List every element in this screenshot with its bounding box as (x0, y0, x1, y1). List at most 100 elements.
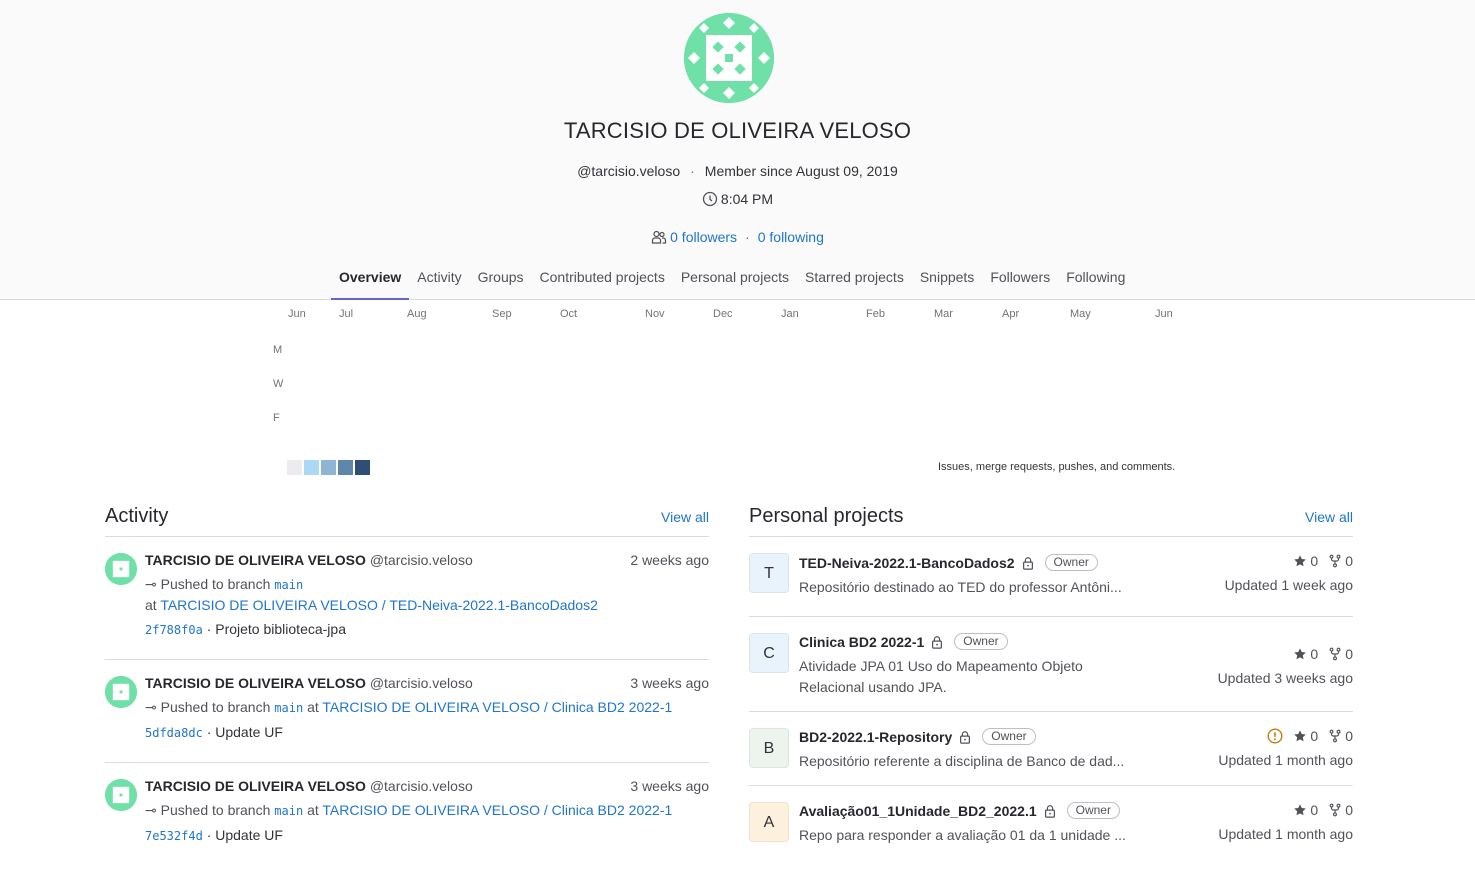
activity-view-all-link[interactable]: View all (661, 509, 709, 525)
tab-groups[interactable]: Groups (470, 260, 532, 300)
branch-link[interactable]: main (274, 804, 303, 818)
commit-sha-link[interactable]: 5dfda8dc (145, 726, 203, 740)
month-label: Aug (407, 308, 427, 320)
project-link[interactable]: TARCISIO DE OLIVEIRA VELOSO / Clinica BD… (322, 802, 672, 818)
day-label: F (273, 412, 280, 424)
avatar[interactable] (105, 779, 137, 811)
commit-line: 5dfda8dc · Update UF (145, 724, 709, 740)
following-link[interactable]: 0 following (758, 229, 824, 245)
project-meta: 0 0 Updated 1 month ago (1218, 728, 1353, 768)
month-label: Jun (1155, 308, 1173, 320)
activity-body: TARCISIO DE OLIVEIRA VELOSO @tarcisio.ve… (145, 675, 709, 740)
fork-count[interactable]: 0 (1328, 802, 1353, 818)
tab-activity[interactable]: Activity (409, 260, 469, 300)
month-label: Dec (713, 308, 733, 320)
owner-badge: Owner (982, 728, 1036, 745)
project-body: Clinica BD2 2022-1 Owner Atividade JPA 0… (799, 633, 1129, 698)
activity-author[interactable]: TARCISIO DE OLIVEIRA VELOSO (145, 675, 366, 691)
fork-count[interactable]: 0 (1328, 553, 1353, 569)
commit-sha-link[interactable]: 2f788f0a (145, 623, 203, 637)
star-icon (1294, 730, 1307, 742)
fork-icon (1329, 729, 1341, 743)
project-link[interactable]: TARCISIO DE OLIVEIRA VELOSO / Clinica BD… (322, 699, 672, 715)
activity-username: @tarcisio.veloso (369, 778, 473, 794)
projects-view-all-link[interactable]: View all (1305, 509, 1353, 525)
project-row[interactable]: T TED-Neiva-2022.1-BancoDados2 Owner Rep… (749, 537, 1353, 617)
activity-action-text: Pushed to branch (160, 576, 271, 592)
profile-meta: @tarcisio.veloso · Member since August 09,… (577, 163, 898, 179)
project-body: BD2-2022.1-Repository Owner Repositório … (799, 728, 1129, 772)
branch-link[interactable]: main (274, 578, 303, 592)
tab-following[interactable]: Following (1058, 260, 1133, 300)
activity-action-text: Pushed to branch (160, 802, 271, 818)
contribution-calendar: Jun Jul Aug Sep Oct Nov Dec Jan Feb Mar … (0, 300, 1475, 480)
member-since: Member since August 09, 2019 (704, 163, 898, 179)
star-count[interactable]: 0 (1293, 553, 1318, 569)
activity-author[interactable]: TARCISIO DE OLIVEIRA VELOSO (145, 552, 366, 568)
fork-count[interactable]: 0 (1328, 646, 1353, 662)
fork-icon (1329, 554, 1341, 568)
project-avatar[interactable]: B (749, 728, 789, 768)
tab-overview[interactable]: Overview (331, 260, 410, 300)
avatar[interactable] (105, 676, 137, 708)
branch-link[interactable]: main (274, 701, 303, 715)
project-name-link[interactable]: Avaliação01_1Unidade_BD2_2022.1 (799, 803, 1037, 819)
project-body: TED-Neiva-2022.1-BancoDados2 Owner Repos… (799, 554, 1129, 598)
activity-time: 3 weeks ago (630, 778, 709, 794)
month-label: Feb (866, 308, 885, 320)
commit-message: · Update UF (206, 827, 283, 843)
month-label: Sep (492, 308, 512, 320)
fork-count[interactable]: 0 (1328, 728, 1353, 744)
day-label: M (273, 344, 283, 356)
project-title-row: TED-Neiva-2022.1-BancoDados2 Owner (799, 554, 1129, 571)
project-avatar[interactable]: C (749, 633, 789, 673)
star-icon (1294, 648, 1307, 660)
project-stats: 0 0 (1218, 802, 1353, 818)
month-label: Apr (1002, 308, 1020, 320)
profile-tabs: Overview Activity Groups Contributed pro… (331, 260, 1133, 300)
project-row[interactable]: B BD2-2022.1-Repository Owner Repositóri… (749, 712, 1353, 786)
owner-badge: Owner (1044, 554, 1098, 571)
project-avatar[interactable]: T (749, 553, 789, 593)
project-link[interactable]: TARCISIO DE OLIVEIRA VELOSO / TED-Neiva-… (160, 597, 598, 613)
commit-message: · Update UF (206, 724, 283, 740)
star-count[interactable]: 0 (1293, 802, 1318, 818)
profile-username: @tarcisio.veloso (577, 163, 681, 179)
fork-icon (1329, 803, 1341, 817)
project-avatar[interactable]: A (749, 802, 789, 842)
activity-author[interactable]: TARCISIO DE OLIVEIRA VELOSO (145, 778, 366, 794)
warning-status[interactable] (1267, 728, 1283, 744)
profile-avatar[interactable] (684, 13, 774, 103)
activity-username: @tarcisio.veloso (369, 675, 473, 691)
project-updated: Updated 3 weeks ago (1217, 670, 1353, 686)
project-updated: Updated 1 month ago (1218, 752, 1353, 768)
tab-followers[interactable]: Followers (982, 260, 1058, 300)
star-count[interactable]: 0 (1293, 646, 1318, 662)
project-name-link[interactable]: Clinica BD2 2022-1 (799, 634, 924, 650)
avatar[interactable] (105, 553, 137, 585)
project-name-link[interactable]: TED-Neiva-2022.1-BancoDados2 (799, 555, 1015, 571)
followers-link[interactable]: 0 followers (670, 229, 737, 245)
tab-starred-projects[interactable]: Starred projects (797, 260, 912, 300)
lock-icon (1044, 804, 1055, 818)
project-stats: 0 0 (1225, 553, 1353, 569)
commit-sha-link[interactable]: 7e532f4d (145, 829, 203, 843)
star-count[interactable]: 0 (1293, 728, 1318, 744)
project-row[interactable]: C Clinica BD2 2022-1 Owner Atividade JPA… (749, 617, 1353, 712)
project-updated: Updated 1 month ago (1218, 826, 1353, 842)
day-label: W (273, 378, 284, 390)
activity-action: ⊸ Pushed to branch main at TARCISIO DE O… (145, 802, 709, 819)
project-meta: 0 0 Updated 1 month ago (1218, 802, 1353, 842)
tab-contributed-projects[interactable]: Contributed projects (532, 260, 673, 300)
project-row[interactable]: A Avaliação01_1Unidade_BD2_2022.1 Owner … (749, 786, 1353, 858)
users-icon (652, 230, 667, 244)
contribution-grid (0, 300, 1475, 450)
project-name-link[interactable]: BD2-2022.1-Repository (799, 729, 952, 745)
clock-icon (702, 191, 718, 207)
month-label: Jan (781, 308, 799, 320)
tab-personal-projects[interactable]: Personal projects (673, 260, 797, 300)
month-label: Nov (645, 308, 665, 320)
tab-snippets[interactable]: Snippets (912, 260, 982, 300)
project-title-row: Avaliação01_1Unidade_BD2_2022.1 Owner (799, 802, 1129, 819)
legend-swatch (321, 460, 336, 475)
